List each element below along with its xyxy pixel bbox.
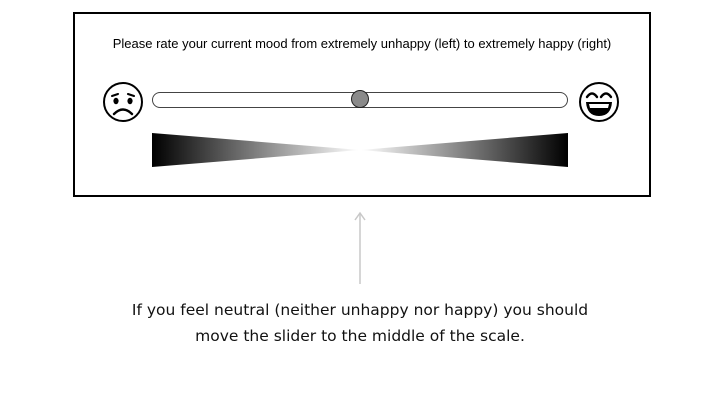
sad-face-icon	[103, 82, 143, 122]
instruction-caption: If you feel neutral (neither unhappy nor…	[0, 297, 720, 349]
mood-slider-thumb[interactable]	[351, 90, 369, 108]
rating-prompt: Please rate your current mood from extre…	[112, 36, 612, 51]
mood-slider-track[interactable]	[152, 90, 568, 108]
arrow-up-icon	[354, 211, 366, 284]
caption-line-1: If you feel neutral (neither unhappy nor…	[131, 301, 589, 319]
happy-face-icon	[579, 82, 619, 122]
caption-line-2: move the slider to the middle of the sca…	[195, 327, 525, 345]
mood-rating-panel: Please rate your current mood from extre…	[73, 12, 651, 197]
intensity-gradient-wedges	[152, 133, 568, 167]
